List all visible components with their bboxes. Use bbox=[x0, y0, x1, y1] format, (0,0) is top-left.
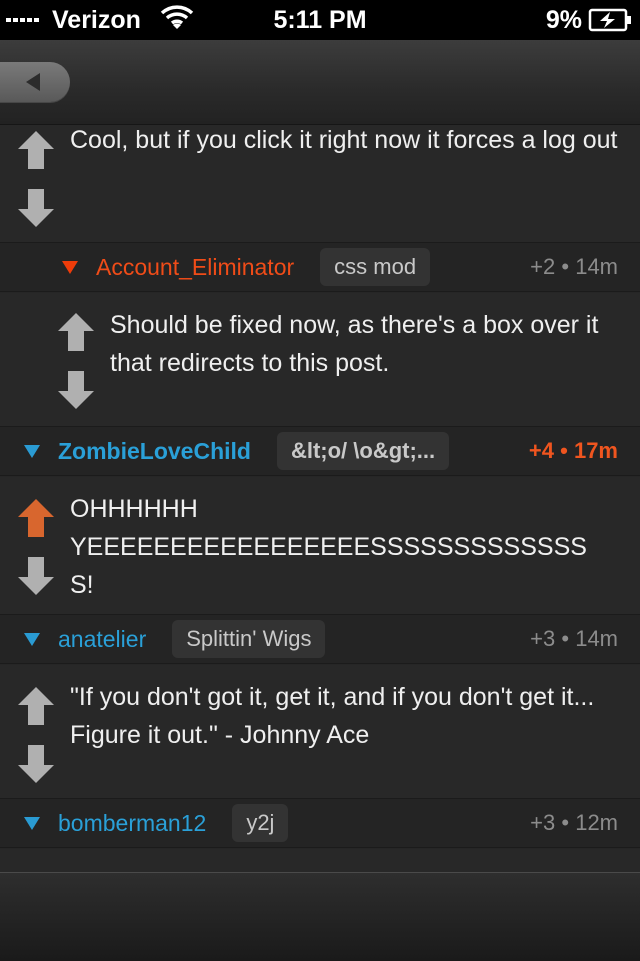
comment-body: Cool, but if you click it right now it f… bbox=[0, 125, 640, 242]
back-button[interactable] bbox=[0, 62, 70, 102]
downvote-icon[interactable] bbox=[16, 743, 56, 785]
user-flair: css mod bbox=[320, 248, 431, 286]
upvote-icon[interactable] bbox=[16, 497, 56, 539]
comment-header[interactable]: bomberman12 y2j +3 • 12m bbox=[0, 798, 640, 848]
collapse-triangle-icon[interactable] bbox=[24, 444, 40, 458]
collapse-triangle-icon[interactable] bbox=[62, 260, 78, 274]
comment-body: "If you don't got it, get it, and if you… bbox=[0, 665, 640, 799]
comment-text: "If you don't got it, get it, and if you… bbox=[70, 683, 595, 749]
comment-text-line: OHHHHHH bbox=[70, 495, 198, 523]
comment-text: Cool, but if you click it right now it f… bbox=[70, 126, 618, 154]
upvote-icon[interactable] bbox=[16, 685, 56, 727]
downvote-icon[interactable] bbox=[16, 187, 56, 229]
comment-score: +3 bbox=[530, 810, 556, 835]
separator: • bbox=[561, 254, 570, 279]
user-flair: y2j bbox=[232, 804, 289, 842]
comment-score: +2 bbox=[530, 254, 556, 279]
clock: 5:11 PM bbox=[273, 6, 367, 34]
comment-header[interactable]: Account_Eliminator css mod +2 • 14m bbox=[0, 242, 640, 292]
comment-body: Should be fixed now, as there's a box ov… bbox=[0, 293, 640, 427]
comment-meta: +3 • 14m bbox=[530, 626, 618, 652]
comment-score: +3 bbox=[530, 626, 556, 651]
comment-age: 14m bbox=[575, 254, 618, 279]
downvote-icon[interactable] bbox=[16, 555, 56, 597]
separator: • bbox=[560, 438, 568, 463]
user-flair: &lt;o/ \o&gt;... bbox=[276, 432, 450, 470]
comment-age: 14m bbox=[575, 626, 618, 651]
comment-age: 17m bbox=[573, 438, 618, 463]
comment-author[interactable]: anatelier bbox=[58, 626, 146, 653]
upvote-icon[interactable] bbox=[16, 129, 56, 171]
comment-meta: +2 • 14m bbox=[530, 254, 618, 280]
comment-header[interactable]: anatelier Splittin' Wigs +3 • 14m bbox=[0, 614, 640, 664]
comment-score: +4 bbox=[528, 438, 554, 463]
navigation-bar bbox=[0, 40, 640, 125]
comment-author[interactable]: Account_Eliminator bbox=[96, 254, 294, 281]
comment-author[interactable]: ZombieLoveChild bbox=[58, 438, 251, 465]
comment-body: OHHHHHH YEEEEEEEEEEEEEEEEESSSSSSSSSSSSS … bbox=[0, 477, 640, 614]
user-flair: Splittin' Wigs bbox=[172, 620, 326, 658]
comment-text-line: YEEEEEEEEEEEEEEEEESSSSSSSSSSSSS bbox=[70, 533, 587, 561]
separator: • bbox=[561, 810, 570, 835]
status-bar: Verizon 5:11 PM 9% bbox=[0, 0, 640, 40]
comment-author[interactable]: bomberman12 bbox=[58, 810, 206, 837]
comment-meta: +4 • 17m bbox=[529, 438, 618, 464]
downvote-icon[interactable] bbox=[56, 369, 96, 411]
back-arrow-icon bbox=[26, 73, 40, 91]
comment-header[interactable]: ZombieLoveChild &lt;o/ \o&gt;... +4 • 17… bbox=[0, 426, 640, 476]
separator: • bbox=[561, 626, 570, 651]
battery-percentage: 9% bbox=[545, 6, 582, 34]
bottom-toolbar bbox=[0, 872, 640, 961]
comment-meta: +3 • 12m bbox=[530, 810, 618, 836]
collapse-triangle-icon[interactable] bbox=[24, 632, 40, 646]
comment-text: Should be fixed now, as there's a box ov… bbox=[110, 311, 599, 377]
comment-text-line: S! bbox=[70, 571, 94, 599]
comment-text: OHHHHHH YEEEEEEEEEEEEEEEEESSSSSSSSSSSSS … bbox=[70, 490, 630, 604]
collapse-triangle-icon[interactable] bbox=[24, 816, 40, 830]
upvote-icon[interactable] bbox=[56, 311, 96, 353]
comment-age: 12m bbox=[575, 810, 618, 835]
battery-icon bbox=[588, 8, 632, 39]
comment-list[interactable]: Cool, but if you click it right now it f… bbox=[0, 125, 640, 872]
comment-body bbox=[0, 849, 640, 872]
